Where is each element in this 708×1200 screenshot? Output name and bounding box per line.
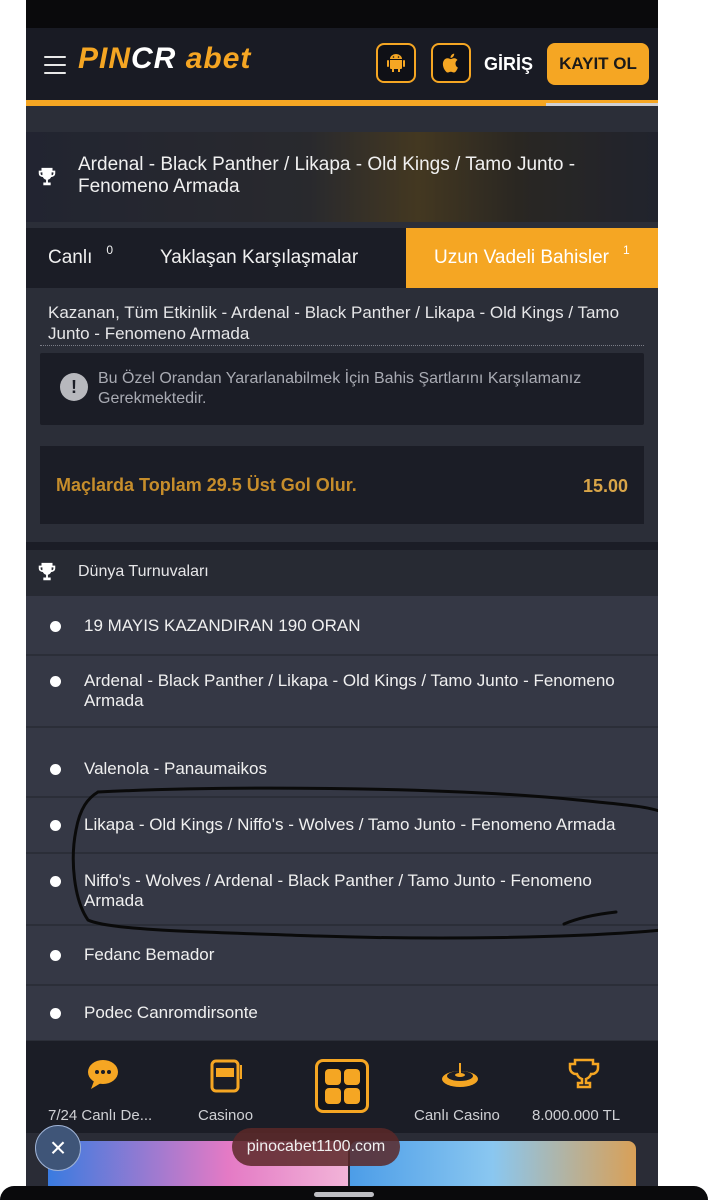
event-title: Ardenal - Black Panther / Likapa - Old K…: [78, 154, 576, 197]
list-item[interactable]: 19 MAYIS KAZANDIRAN 190 ORAN: [26, 596, 658, 656]
tab-live[interactable]: Canlı 0: [48, 228, 113, 288]
nav-casino[interactable]: Casinoo: [186, 1041, 276, 1133]
grid-menu-icon[interactable]: [315, 1059, 369, 1113]
selection-name: Maçlarda Toplam 29.5 Üst Gol Olur.: [56, 475, 357, 495]
list-item-label: Valenola - Panaumaikos: [84, 759, 268, 778]
top-header: PINCR abet GİRİŞ KAYIT OL: [26, 28, 658, 102]
list-item[interactable]: Fedanc Bemador: [26, 926, 658, 986]
chat-icon: [88, 1060, 118, 1089]
roulette-icon: [442, 1063, 478, 1087]
list-item[interactable]: Valenola - Panaumaikos: [26, 728, 658, 798]
event-banner: Ardenal - Black Panther / Likapa - Old K…: [26, 132, 658, 222]
bullet: [50, 950, 61, 961]
trophy-icon: [38, 562, 56, 581]
register-button[interactable]: KAYIT OL: [547, 43, 649, 85]
tab-bar: Canlı 0 Yaklaşan Karşılaşmalar Uzun Vadel…: [26, 228, 658, 288]
list-item-label: Niffo's - Wolves / Ardenal - Black Panth…: [84, 871, 592, 910]
nav-live-casino[interactable]: Canlı Casino: [406, 1041, 516, 1133]
list-item-label: Podec Canromdirsonte: [84, 1003, 258, 1022]
list-item[interactable]: Ardenal - Black Panther / Likapa - Old K…: [26, 656, 658, 728]
tab-long-term-label: Uzun Vadeli Bahisler: [434, 247, 609, 268]
section-header[interactable]: Dünya Turnuvaları: [26, 550, 658, 596]
list-item-label: Likapa - Old Kings / Niffo's - Wolves / …: [84, 815, 616, 834]
notice-text: Bu Özel Orandan Yararlanabilmek İçin Bah…: [98, 370, 582, 407]
bullet: [50, 621, 61, 632]
odd-value: 15.00: [582, 476, 628, 496]
tab-long-term-count: 1: [622, 243, 630, 257]
hamburger-menu-icon[interactable]: [44, 56, 66, 74]
bullet: [50, 1008, 61, 1019]
nav-live-support[interactable]: 7/24 Canlı De...: [46, 1041, 166, 1133]
list-item-label: Ardenal - Black Panther / Likapa - Old K…: [84, 671, 615, 710]
nav-jackpot[interactable]: 8.000.000 TL: [526, 1041, 636, 1133]
exclamation-icon: !: [60, 373, 88, 401]
trophy-icon: [38, 167, 56, 186]
market-title: Kazanan, Tüm Etkinlik - Ardenal - Black …: [48, 303, 620, 343]
ios-app-button[interactable]: [431, 43, 471, 83]
bullet: [50, 820, 61, 831]
odd-selection[interactable]: Maçlarda Toplam 29.5 Üst Gol Olur. 15.00: [40, 446, 644, 524]
site-logo[interactable]: PINCR abet: [78, 42, 251, 76]
divider: [40, 345, 644, 346]
notice-box: ! Bu Özel Orandan Yararlanabilmek İçin B…: [40, 353, 644, 425]
nav-live-casino-label: Canlı Casino: [414, 1107, 500, 1124]
list-item[interactable]: Likapa - Old Kings / Niffo's - Wolves / …: [26, 798, 658, 854]
tab-long-term[interactable]: Uzun Vadeli Bahisler 1: [406, 228, 658, 288]
app-screen: PINCR abet GİRİŞ KAYIT OL Ardenal - Blac…: [26, 0, 658, 1200]
bottom-navigation: 7/24 Canlı De... Casinoo Canlı Casino 8.…: [26, 1041, 658, 1133]
section-title: Dünya Turnuvaları: [78, 563, 209, 580]
trophy-icon: [568, 1058, 600, 1089]
nav-live-support-label: 7/24 Canlı De...: [48, 1107, 153, 1124]
login-link[interactable]: GİRİŞ: [484, 54, 533, 75]
nav-casino-label: Casinoo: [198, 1107, 254, 1124]
slot-machine-icon: [210, 1059, 242, 1093]
logo-left: PIN: [78, 42, 132, 75]
list-item[interactable]: Niffo's - Wolves / Ardenal - Black Panth…: [26, 854, 658, 926]
close-icon[interactable]: ×: [35, 1125, 81, 1171]
android-icon: [387, 54, 405, 72]
android-app-button[interactable]: [376, 43, 416, 83]
tab-upcoming-label: Yaklaşan Karşılaşmalar: [160, 247, 359, 268]
section-spacer: [26, 542, 658, 550]
home-indicator[interactable]: [314, 1192, 374, 1197]
tab-live-label: Canlı: [48, 247, 93, 268]
apple-icon: [442, 53, 458, 73]
logo-right: abet: [185, 42, 252, 75]
bullet: [50, 876, 61, 887]
url-pill[interactable]: pinocabet1100.com: [232, 1128, 400, 1166]
status-bar: [26, 0, 658, 28]
header-accent-line: [26, 100, 658, 106]
logo-mid: CR: [131, 42, 177, 75]
tab-upcoming[interactable]: Yaklaşan Karşılaşmalar: [160, 228, 358, 288]
bullet: [50, 764, 61, 775]
nav-jackpot-label: 8.000.000 TL: [532, 1107, 621, 1124]
bullet: [50, 676, 61, 687]
list-item-label: 19 MAYIS KAZANDIRAN 190 ORAN: [84, 616, 361, 635]
list-item[interactable]: Podec Canromdirsonte: [26, 986, 658, 1042]
tab-live-count: 0: [106, 243, 114, 257]
list-item-label: Fedanc Bemador: [84, 945, 215, 964]
